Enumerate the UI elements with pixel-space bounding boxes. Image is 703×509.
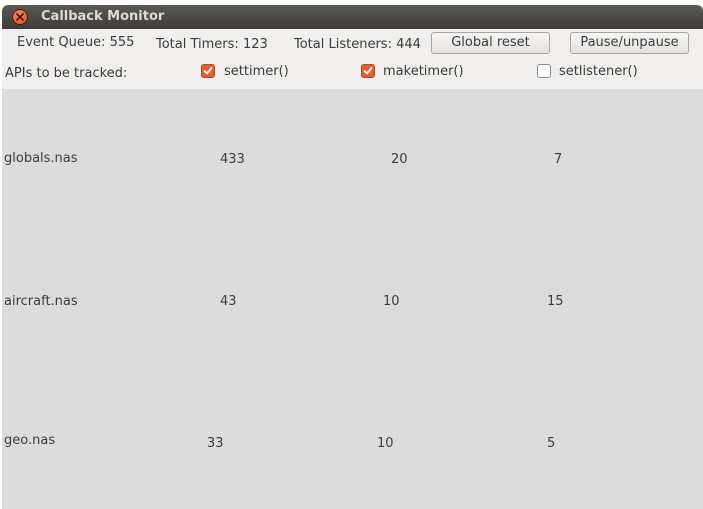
settimer-checkbox[interactable] (201, 64, 215, 78)
setlistener-checkbox[interactable] (537, 64, 551, 78)
maketimer-checkbox[interactable] (361, 64, 375, 78)
close-button[interactable] (12, 9, 28, 25)
settimer-count: 33 (207, 436, 224, 451)
check-icon (363, 67, 373, 75)
maketimer-count: 10 (377, 436, 394, 451)
pause-unpause-button[interactable]: Pause/unpause (570, 32, 689, 54)
file-name: geo.nas (4, 433, 56, 448)
maketimer-count: 10 (383, 294, 400, 309)
file-name: globals.nas (4, 151, 78, 166)
total-timers-label: Total Timers: 123 (156, 37, 268, 52)
settimer-label[interactable]: settimer() (224, 64, 289, 79)
close-icon (16, 13, 24, 21)
settimer-count: 433 (220, 152, 245, 167)
total-listeners-label: Total Listeners: 444 (294, 37, 421, 52)
maketimer-label[interactable]: maketimer() (383, 64, 464, 79)
maketimer-count: 20 (391, 152, 408, 167)
event-queue-label: Event Queue: 555 (17, 35, 135, 50)
settimer-count: 43 (220, 294, 237, 309)
callback-monitor-window: Callback Monitor Event Queue: 555 Total … (2, 5, 703, 509)
setlistener-label[interactable]: setlistener() (559, 64, 638, 79)
titlebar: Callback Monitor (2, 5, 703, 29)
file-name: aircraft.nas (4, 294, 78, 309)
toolbar: Event Queue: 555 Total Timers: 123 Total… (2, 29, 703, 89)
setlistener-count: 5 (547, 436, 556, 451)
check-icon (203, 67, 213, 75)
apis-label: APIs to be tracked: (5, 66, 128, 81)
setlistener-count: 15 (547, 294, 564, 309)
setlistener-count: 7 (554, 152, 563, 167)
window-title: Callback Monitor (41, 9, 165, 24)
global-reset-button[interactable]: Global reset (431, 32, 550, 54)
